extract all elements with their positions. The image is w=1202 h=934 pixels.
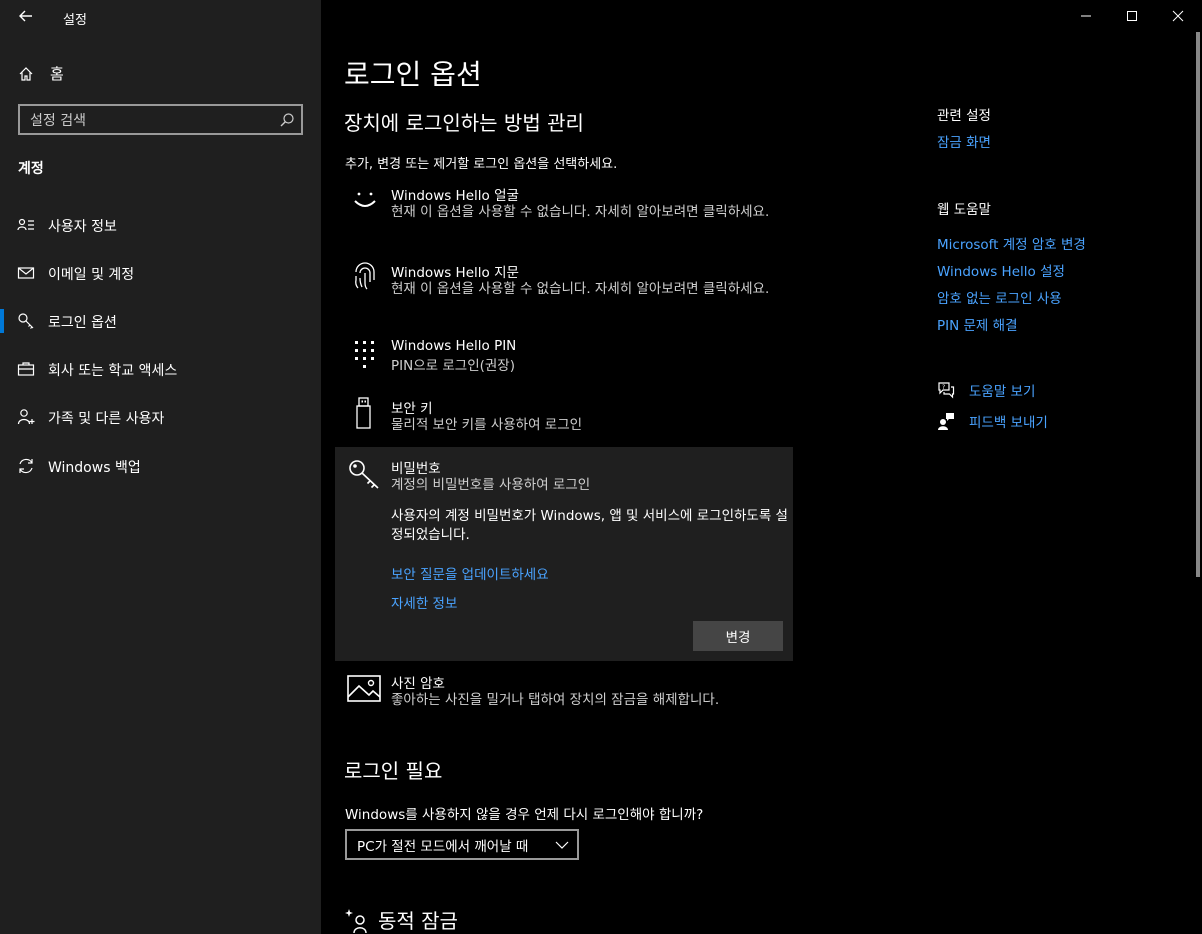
sidebar-item-family[interactable]: 가족 및 다른 사용자 xyxy=(0,395,321,439)
home-icon xyxy=(18,66,34,82)
search-icon[interactable] xyxy=(279,112,295,128)
chat-help-icon: ? xyxy=(937,381,955,399)
minimize-button[interactable] xyxy=(1063,0,1109,32)
chevron-down-icon xyxy=(555,839,569,851)
back-arrow-icon[interactable] xyxy=(16,6,36,26)
maximize-button[interactable] xyxy=(1109,0,1155,32)
sidebar-item-label: 사용자 정보 xyxy=(48,219,117,235)
dynamic-lock-header: 동적 잠금 xyxy=(344,905,458,934)
related-settings-title: 관련 설정 xyxy=(937,108,991,124)
learn-more-link[interactable]: 자세한 정보 xyxy=(391,592,457,612)
scrollbar[interactable] xyxy=(1196,32,1200,577)
web-help-title: 웹 도움말 xyxy=(937,202,991,218)
usb-key-icon xyxy=(347,397,381,431)
update-security-questions-link[interactable]: 보안 질문을 업데이트하세요 xyxy=(391,563,549,583)
option-title: 사진 암호 xyxy=(391,676,445,692)
page-subtitle: 장치에 로그인하는 방법 관리 xyxy=(344,111,584,135)
send-feedback-link[interactable]: 피드백 보내기 xyxy=(937,411,1048,431)
home-label: 홈 xyxy=(50,65,64,83)
key-icon xyxy=(17,312,35,330)
require-signin-dropdown[interactable]: PC가 절전 모드에서 깨어날 때 xyxy=(345,829,579,860)
dynamic-lock-title: 동적 잠금 xyxy=(378,909,458,933)
change-password-button[interactable]: 변경 xyxy=(693,621,783,651)
require-signin-question: Windows를 사용하지 않을 경우 언제 다시 로그인해야 합니까? xyxy=(345,807,704,823)
option-title: Windows Hello 지문 xyxy=(391,265,519,281)
option-hello-face[interactable]: Windows Hello 얼굴 현재 이 옵션을 사용할 수 없습니다. 자세… xyxy=(344,184,784,244)
option-description: PIN으로 로그인(권장) xyxy=(391,358,515,374)
option-description: 현재 이 옵션을 사용할 수 없습니다. 자세히 알아보려면 클릭하세요. xyxy=(391,204,770,220)
fingerprint-icon xyxy=(347,261,381,295)
option-title: Windows Hello PIN xyxy=(391,338,517,354)
get-help-link[interactable]: ? 도움말 보기 xyxy=(937,380,1035,400)
selection-indicator xyxy=(0,309,4,333)
option-description: 현재 이 옵션을 사용할 수 없습니다. 자세히 알아보려면 클릭하세요. xyxy=(391,281,770,297)
sidebar-item-work-school[interactable]: 회사 또는 학교 액세스 xyxy=(0,347,321,391)
option-title: Windows Hello 얼굴 xyxy=(391,188,519,204)
sidebar-item-email[interactable]: 이메일 및 계정 xyxy=(0,251,321,295)
lock-screen-link[interactable]: 잠금 화면 xyxy=(937,131,991,151)
face-icon xyxy=(347,184,381,218)
option-description: 계정의 비밀번호를 사용하여 로그인 xyxy=(391,477,591,493)
require-signin-title: 로그인 필요 xyxy=(344,759,443,783)
sidebar-item-label: 회사 또는 학교 액세스 xyxy=(48,363,178,379)
search-input[interactable] xyxy=(28,110,272,132)
sidebar: 설정 홈 계정 사용자 정보 이메일 및 계정 로그인 옵션 xyxy=(0,0,321,934)
option-security-key[interactable]: 보안 키 물리적 보안 키를 사용하여 로그인 xyxy=(344,397,784,437)
option-hello-pin[interactable]: Windows Hello PIN PIN으로 로그인(권장) xyxy=(344,338,784,378)
option-description: 좋아하는 사진을 밀거나 탭하여 장치의 잠금을 해제합니다. xyxy=(391,692,720,708)
web-link-change-password[interactable]: Microsoft 계정 암호 변경 xyxy=(937,233,1086,253)
sidebar-item-label: 로그인 옵션 xyxy=(48,315,117,331)
password-key-icon xyxy=(347,457,381,491)
option-description: 물리적 보안 키를 사용하여 로그인 xyxy=(391,417,583,433)
sidebar-item-signin-options[interactable]: 로그인 옵션 xyxy=(0,299,321,343)
password-info-text: 사용자의 계정 비밀번호가 Windows, 앱 및 서비스에 로그인하도록 설… xyxy=(391,508,788,543)
sidebar-section-title: 계정 xyxy=(18,161,44,177)
sync-icon xyxy=(17,457,35,475)
window-title: 설정 xyxy=(63,13,87,28)
dropdown-value: PC가 절전 모드에서 깨어날 때 xyxy=(357,838,529,855)
option-password[interactable]: 비밀번호 계정의 비밀번호를 사용하여 로그인 xyxy=(344,457,784,497)
send-feedback-label: 피드백 보내기 xyxy=(969,415,1048,431)
feedback-icon xyxy=(937,412,955,430)
web-link-hello-setup[interactable]: Windows Hello 설정 xyxy=(937,260,1065,280)
sidebar-item-home[interactable]: 홈 xyxy=(18,63,64,84)
pin-keypad-icon xyxy=(347,338,381,372)
svg-text:?: ? xyxy=(942,384,945,391)
web-link-pin-troubleshoot[interactable]: PIN 문제 해결 xyxy=(937,314,1017,334)
option-picture-password[interactable]: 사진 암호 좋아하는 사진을 밀거나 탭하여 장치의 잠금을 해제합니다. xyxy=(344,672,784,712)
option-hello-fingerprint[interactable]: Windows Hello 지문 현재 이 옵션을 사용할 수 없습니다. 자세… xyxy=(344,261,784,321)
page-description: 추가, 변경 또는 제거할 로그인 옵션을 선택하세요. xyxy=(345,157,618,172)
picture-icon xyxy=(347,672,381,706)
dynamic-lock-icon xyxy=(344,907,374,933)
option-title: 비밀번호 xyxy=(391,461,441,477)
sidebar-item-label: Windows 백업 xyxy=(48,460,141,476)
option-title: 보안 키 xyxy=(391,401,433,417)
sidebar-item-windows-backup[interactable]: Windows 백업 xyxy=(0,444,321,488)
close-button[interactable] xyxy=(1155,0,1201,32)
search-box[interactable] xyxy=(18,104,303,135)
mail-icon xyxy=(17,264,35,282)
page-title: 로그인 옵션 xyxy=(344,58,482,91)
briefcase-icon xyxy=(17,360,35,378)
sidebar-item-user-info[interactable]: 사용자 정보 xyxy=(0,203,321,247)
web-link-passwordless[interactable]: 암호 없는 로그인 사용 xyxy=(937,287,1062,307)
sidebar-item-label: 가족 및 다른 사용자 xyxy=(48,411,165,427)
person-add-icon xyxy=(17,408,35,426)
user-info-icon xyxy=(17,216,35,234)
sidebar-item-label: 이메일 및 계정 xyxy=(48,267,135,283)
get-help-label: 도움말 보기 xyxy=(969,384,1036,400)
